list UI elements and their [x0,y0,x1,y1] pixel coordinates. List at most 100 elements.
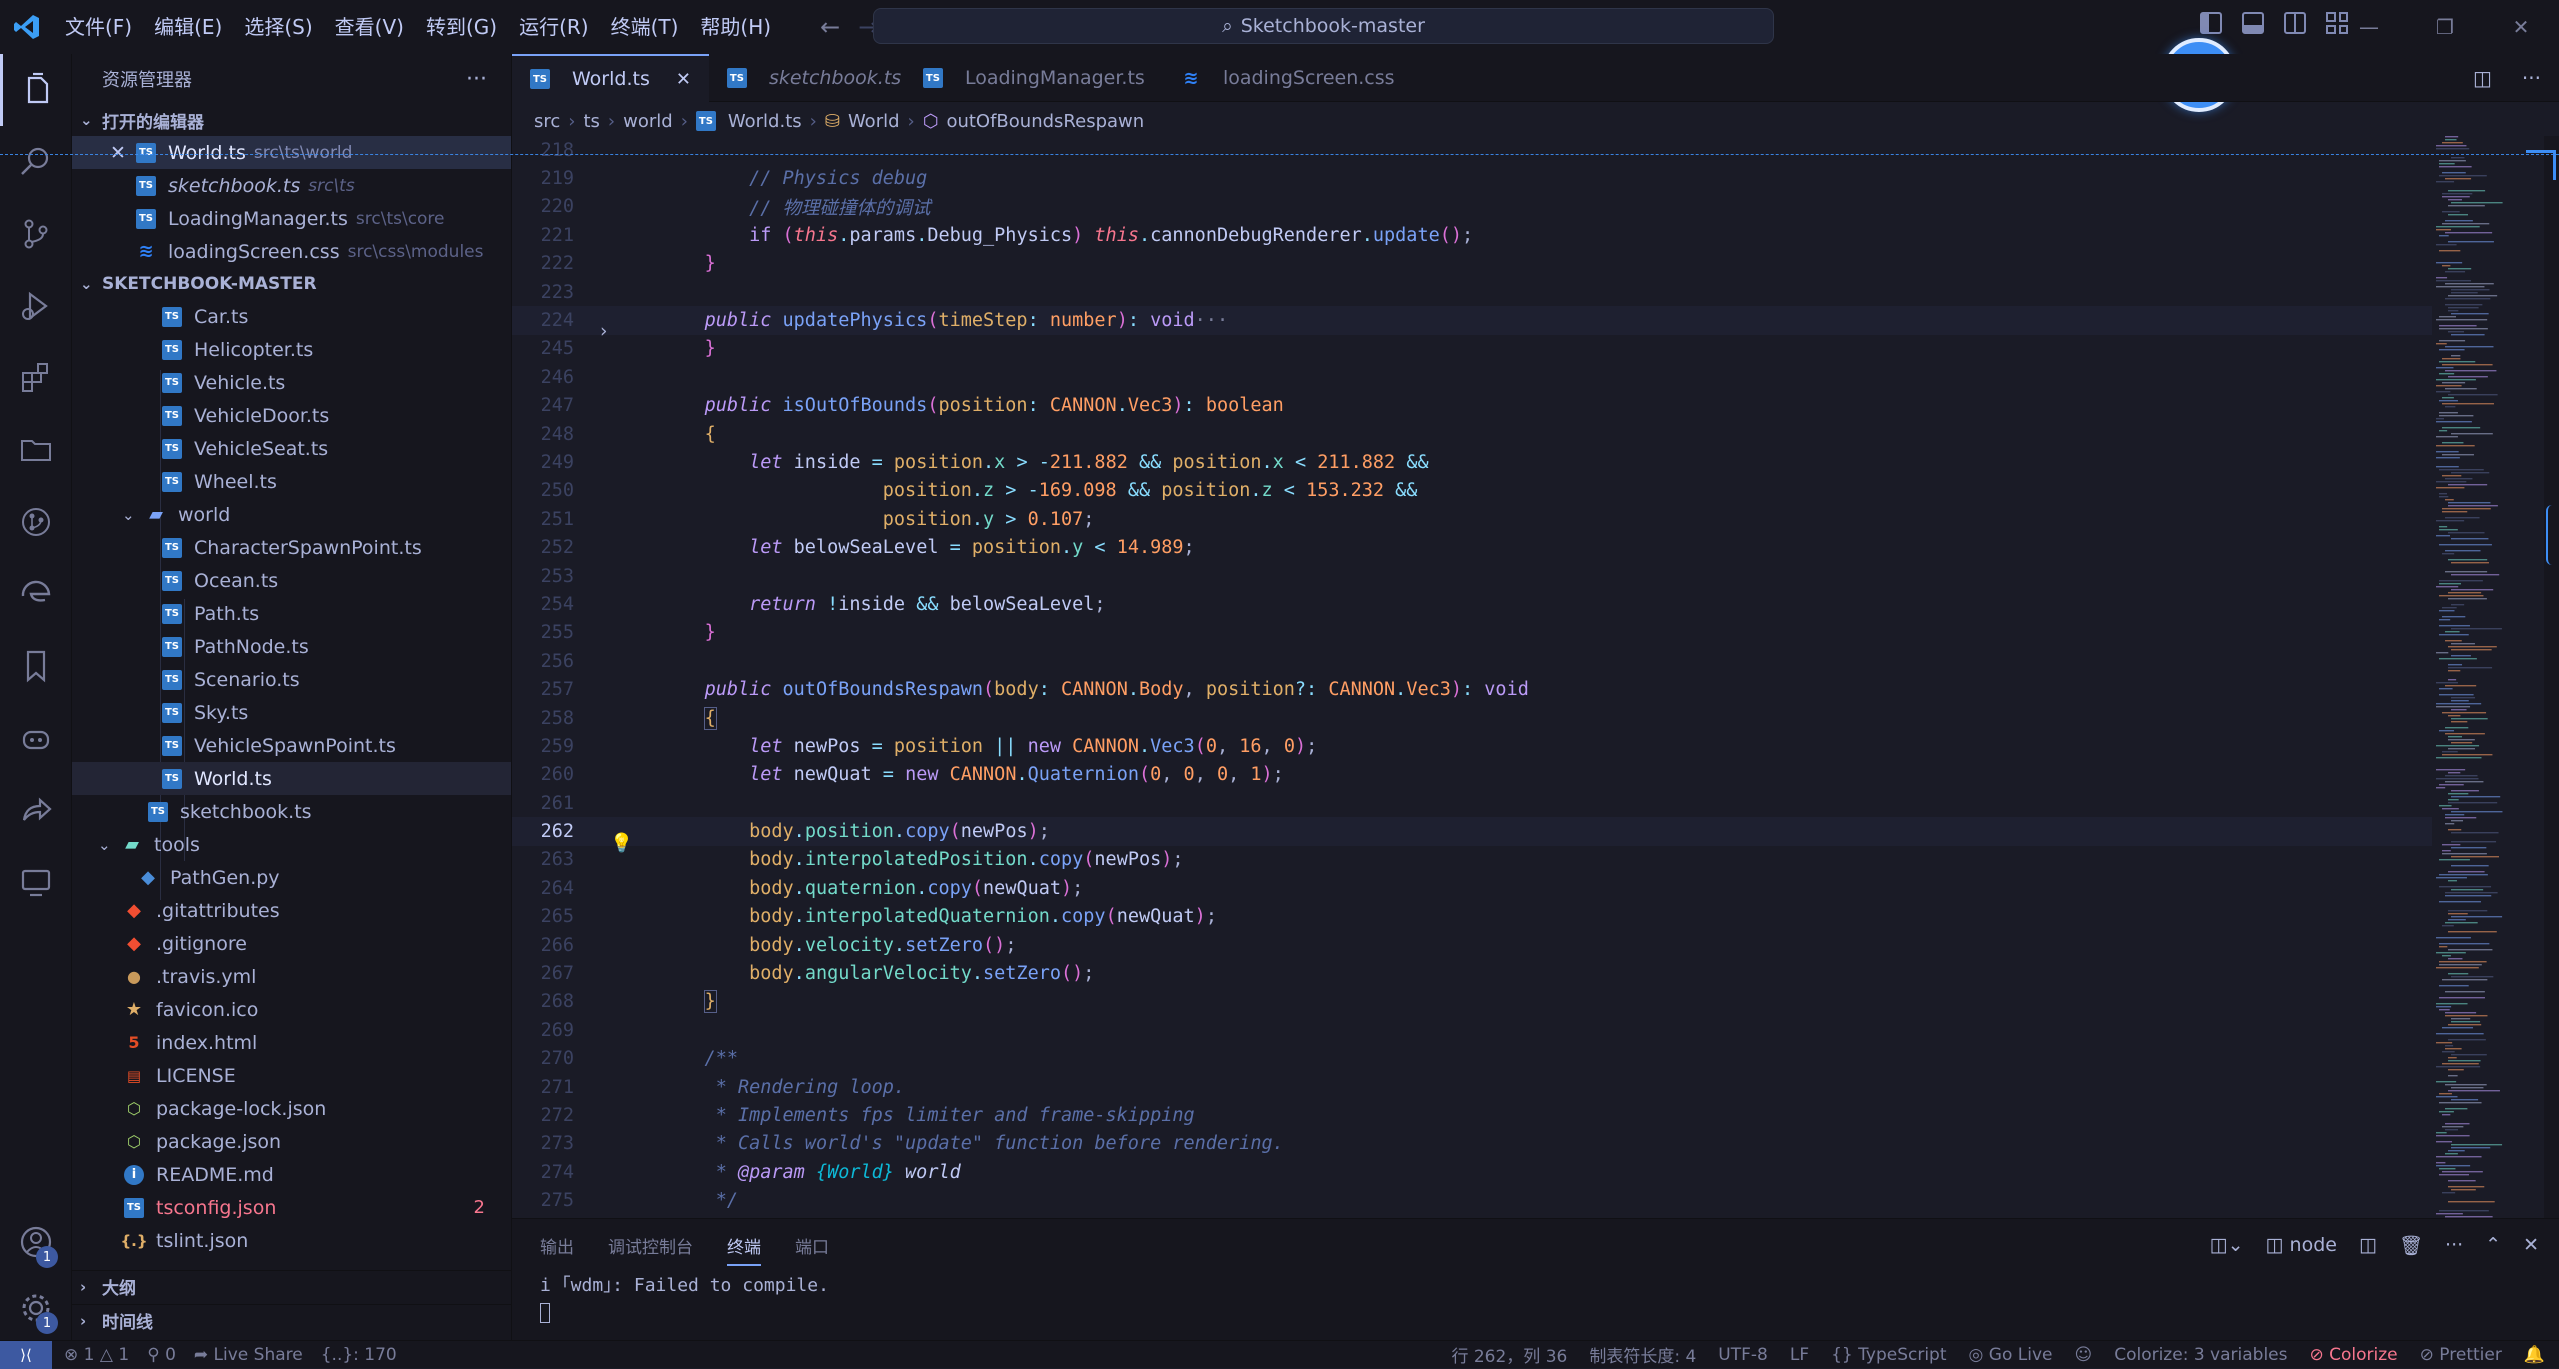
tree-file-error[interactable]: TS tsconfig.json 2 [72,1191,511,1224]
breadcrumb-item[interactable]: World [848,111,900,132]
terminal-layout-icon[interactable]: ◫⌄ [2210,1234,2244,1256]
restore-icon[interactable]: ❐ [2407,0,2483,54]
colorize-button[interactable]: ⊘ Colorize [2309,1345,2397,1365]
more-actions-icon[interactable]: ··· [2522,66,2541,90]
tree-file[interactable]: i README.md [72,1158,511,1191]
git-graph-icon[interactable] [0,486,72,558]
breadcrumb-item[interactable]: ts [583,111,599,132]
end-of-line[interactable]: LF [1790,1345,1809,1365]
close-icon[interactable]: ✕ [110,142,136,164]
tree-file[interactable]: TS Sky.ts [72,696,511,729]
encoding[interactable]: UTF-8 [1718,1345,1768,1365]
bookmark-icon[interactable] [0,630,72,702]
close-window-icon[interactable]: ✕ [2483,0,2559,54]
edge-devtools-icon[interactable] [0,558,72,630]
menu-selection[interactable]: 选择(S) [233,0,323,54]
cursor-position[interactable]: 行 262，列 36 [1451,1342,1567,1367]
menu-run[interactable]: 运行(R) [508,0,600,54]
close-icon[interactable]: ✕ [676,69,691,90]
tree-file[interactable]: ⬡ package-lock.json [72,1092,511,1125]
copilot-icon[interactable] [0,702,72,774]
tree-file[interactable]: ◆ .gitattributes [72,894,511,927]
live-share-button[interactable]: ➦ Live Share [194,1345,303,1365]
open-editor-item[interactable]: TS LoadingManager.ts src\ts\core [72,202,511,235]
command-center-search[interactable]: ⌕ Sketchbook-master [873,8,1774,44]
extensions-icon[interactable] [0,342,72,414]
tree-folder[interactable]: ⌄ ▰ world [72,498,511,531]
breadcrumb-item[interactable]: World.ts [728,111,802,132]
toggle-secondary-sidebar-icon[interactable] [2284,12,2306,34]
tree-file[interactable]: TS CharacterSpawnPoint.ts [72,531,511,564]
tree-file[interactable]: 5 index.html [72,1026,511,1059]
tab-loadingscreen-css[interactable]: ≋ loadingScreen.css [1163,54,1413,102]
remote-explorer-icon[interactable] [0,846,72,918]
project-header[interactable]: ⌄ SKETCHBOOK-MASTER [72,268,511,300]
tree-file[interactable]: TS Ocean.ts [72,564,511,597]
tab-world-ts[interactable]: TS World.ts ✕ [512,54,709,102]
timeline-header[interactable]: › 时间线 [72,1304,511,1336]
menu-help[interactable]: 帮助(H) [689,0,782,54]
ports-indicator[interactable]: ⚲ 0 [147,1345,176,1365]
tree-file-selected[interactable]: TS World.ts [72,762,511,795]
trash-icon[interactable]: 🗑 [2399,1234,2423,1257]
terminal-instance[interactable]: ◫ node [2266,1234,2337,1256]
vertical-scrollbar[interactable] [2544,136,2559,1218]
tree-file[interactable]: TS Car.ts [72,300,511,333]
tree-file[interactable]: TS VehicleSeat.ts [72,432,511,465]
tree-file[interactable]: TS sketchbook.ts [72,795,511,828]
tree-file[interactable]: TS Scenario.ts [72,663,511,696]
open-editor-item[interactable]: ≋ loadingScreen.css src\css\modules [72,235,511,268]
menu-view[interactable]: 查看(V) [324,0,415,54]
tree-file[interactable]: TS Path.ts [72,597,511,630]
explorer-icon[interactable] [0,54,72,126]
breadcrumb-item[interactable]: outOfBoundsRespawn [946,111,1144,132]
tree-file[interactable]: ▤ LICENSE [72,1059,511,1092]
tree-file[interactable]: ★ favicon.ico [72,993,511,1026]
open-editor-item[interactable]: ✕ TS World.ts src\ts\world [72,136,511,169]
tree-file[interactable]: TS Helicopter.ts [72,333,511,366]
open-editor-item[interactable]: TS sketchbook.ts src\ts [72,169,511,202]
breadcrumb-item[interactable]: src [534,111,560,132]
account-icon[interactable]: 1 [0,1206,72,1278]
menu-terminal[interactable]: 终端(T) [600,0,690,54]
remote-indicator-icon[interactable]: ⟩⟨ [0,1340,52,1369]
maximize-panel-icon[interactable]: ⌃ [2485,1234,2501,1256]
tree-file[interactable]: TS Wheel.ts [72,465,511,498]
language-mode[interactable]: {} TypeScript [1831,1345,1946,1365]
folder-icon[interactable] [0,414,72,486]
notifications-bell-icon[interactable]: 🔔 [2524,1345,2545,1365]
run-debug-icon[interactable] [0,270,72,342]
outline-header[interactable]: › 大纲 [72,1270,511,1302]
prettier-button[interactable]: ⊘ Prettier [2420,1345,2502,1365]
terminal-output[interactable]: i ｢wdm｣: Failed to compile. [512,1271,2559,1297]
toggle-primary-sidebar-icon[interactable] [2200,12,2222,34]
copilot-status-icon[interactable]: ☺ [2074,1345,2092,1365]
split-editor-icon[interactable]: ◫ [2473,66,2492,90]
minimap[interactable] [2432,136,2544,1218]
toggle-panel-icon[interactable] [2242,12,2264,34]
indentation[interactable]: 制表符长度: 4 [1589,1342,1696,1367]
search-icon[interactable] [0,126,72,198]
menu-go[interactable]: 转到(G) [415,0,508,54]
manage-gear-icon[interactable]: 1 [0,1272,72,1344]
split-terminal-icon[interactable]: ◫ [2359,1234,2377,1256]
breadcrumb-item[interactable]: world [623,111,673,132]
source-control-icon[interactable] [0,198,72,270]
tree-file[interactable]: TS VehicleSpawnPoint.ts [72,729,511,762]
tab-output[interactable]: 输出 [540,1233,574,1258]
tree-file[interactable]: ◆ .gitignore [72,927,511,960]
close-panel-icon[interactable]: ✕ [2523,1234,2539,1256]
tree-file[interactable]: TS VehicleDoor.ts [72,399,511,432]
tree-file[interactable]: {.} tslint.json [72,1224,511,1257]
problems-indicator[interactable]: ⊗ 1 △ 1 [64,1345,129,1365]
go-live-button[interactable]: ◎ Go Live [1969,1345,2053,1365]
tree-file[interactable]: ◆ PathGen.py [72,861,511,894]
tab-sketchbook-ts[interactable]: TS sketchbook.ts [709,54,905,102]
tab-ports[interactable]: 端口 [795,1233,829,1258]
tree-file[interactable]: ⬡ package.json [72,1125,511,1158]
live-share-icon[interactable] [0,774,72,846]
code-editor[interactable]: 218 219 // Physics debug 220 // 物理碰撞体的调试… [512,136,2432,1218]
colorize-variables[interactable]: Colorize: 3 variables [2114,1345,2287,1365]
tab-debug-console[interactable]: 调试控制台 [608,1233,693,1258]
selection-info[interactable]: {..}: 170 [321,1345,397,1365]
